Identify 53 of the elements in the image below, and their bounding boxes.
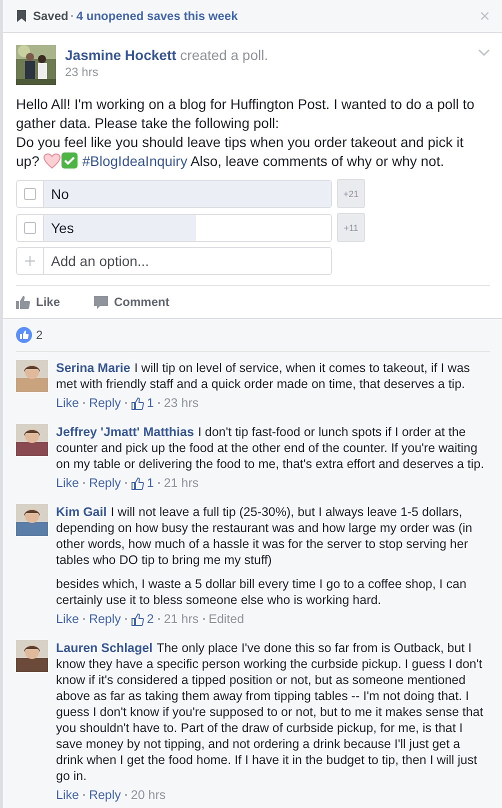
saves-link[interactable]: 4 unopened saves this week [76, 9, 238, 23]
saved-label: Saved [33, 9, 68, 23]
comment-text: Serina Marie I will tip on level of service, when it comes to takeout, if I was met with friendly staff and a quick order made on time, that deserves a tip. [56, 360, 471, 392]
like-count[interactable]: 1 [146, 396, 154, 410]
option-label[interactable]: Yes [44, 220, 74, 236]
checkmark-icon [61, 152, 78, 169]
option-label[interactable]: No [44, 186, 69, 202]
like-count[interactable]: 2 [146, 612, 154, 626]
comment-text: besides which, I waste a 5 dollar bill every time I go to a coffee shop, I can certainly use it to bless someone else who is working hard. [56, 576, 468, 608]
add-option-field[interactable]: Add an option... [16, 247, 332, 275]
commenter-link[interactable]: Lauren Schlagel [56, 641, 153, 655]
post-text: Hello All! I'm working on a blog for Huffington Post. I wanted to do a poll to gather data. Please take the following poll: Do you feel like you should leave tips when you order takeout and pick it up? #BlogIdeaInquiry Also, leave comments of why or why not. [16, 95, 476, 171]
poll-option[interactable]: No [16, 180, 332, 208]
plus-icon [25, 256, 35, 266]
poll-option[interactable]: Yes [16, 214, 332, 242]
comment-time[interactable]: 20 hrs [130, 788, 166, 802]
like-icon[interactable] [16, 327, 32, 343]
commenter-link[interactable]: Kim Gail [56, 505, 107, 519]
commenter-link[interactable]: Serina Marie [56, 361, 130, 375]
thumbs-up-icon[interactable] [130, 612, 144, 626]
checkbox[interactable] [24, 222, 36, 234]
like-count[interactable]: 1 [146, 476, 154, 490]
reply-link[interactable]: Reply [88, 396, 121, 410]
comment-time[interactable]: 21 hrs [164, 612, 199, 626]
comment-text: Lauren Schlagel The only place I've done this so far from is Outback, but I know they have a specific person working the curbside pickup. I guess I don't know if it's considered a tipped position or not, but as someone mentioned above as far as taking them away from tipping tables -- I'm not doing that. I guess I don't know if you're supposed to or not, but to me it makes sense that you shouldn't have to. Part of the draw of curbside pickup, for me, is that I save money by not tipping, and not ordering a drink because I'll just get a drink when I get the food home. If I have it in the budget to tip, then I will just go in. [56, 640, 484, 784]
comment-time[interactable]: 21 hrs [164, 476, 199, 490]
like-link[interactable]: Like [56, 788, 79, 802]
comment-button[interactable]: Comment [94, 295, 170, 309]
comment-text: Kim Gail I will not leave a full tip (25-30%), but I always leave 1-5 dollars, depending on how busy the restaurant was and how large my order was (in other words, how much of a hassle it was for the server to stop serving her tables who DO tip to bring me my stuff) [56, 504, 474, 568]
thumbs-up-icon[interactable] [130, 476, 144, 490]
chevron-icon[interactable] [478, 49, 490, 57]
reply-link[interactable]: Reply [88, 612, 121, 626]
comment-text: Jeffrey 'Jmatt' Matthias I don't tip fast-food or lunch spots if I order at the counter and pick up the food at the other end of the counter. If you're waiting on my table or delivering the food to me, that's extra effort and deserves a tip. [56, 424, 486, 472]
commenter-link[interactable]: Jeffrey 'Jmatt' Matthias [56, 425, 194, 439]
reply-link[interactable]: Reply [88, 788, 121, 802]
heart-icon [43, 153, 62, 169]
comment-time[interactable]: 23 hrs [164, 396, 199, 410]
reply-link[interactable]: Reply [88, 476, 121, 490]
thumbs-up-icon[interactable] [130, 396, 144, 410]
post-time[interactable]: 23 hrs [65, 65, 98, 79]
speech-bubble-icon [94, 296, 108, 308]
like-link[interactable]: Like [56, 476, 79, 490]
checkbox[interactable] [24, 188, 36, 200]
post-header: Jasmine Hockett created a poll. [65, 47, 270, 63]
hashtag-link[interactable]: #BlogIdeaInquiry [82, 153, 188, 169]
thumbs-up-icon [16, 296, 30, 308]
like-link[interactable]: Like [56, 396, 79, 410]
reaction-count[interactable]: 2 [36, 328, 43, 342]
like-link[interactable]: Like [56, 612, 79, 626]
edited-label[interactable]: Edited [208, 612, 244, 626]
bookmark-icon [17, 10, 26, 22]
author-link[interactable]: Jasmine Hockett [65, 47, 176, 63]
like-button[interactable]: Like [16, 295, 60, 309]
